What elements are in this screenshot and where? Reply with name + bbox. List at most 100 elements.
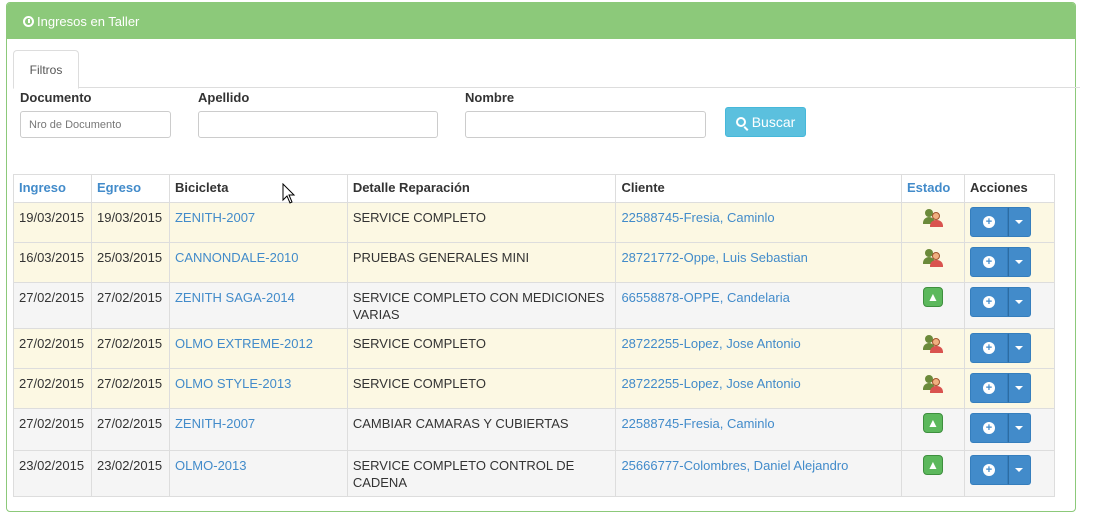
- cell-acciones: +: [963, 242, 1056, 283]
- cell-cliente-link[interactable]: 22588745-Fresia, Caminlo: [615, 202, 902, 243]
- caret-down-icon: [1015, 346, 1024, 350]
- plus-circle-icon: +: [982, 422, 995, 434]
- cell-egreso: 27/02/2015: [90, 328, 170, 369]
- cell-detalle: SERVICE COMPLETO: [346, 328, 617, 369]
- cell-cliente-link[interactable]: 25666777-Colombres, Daniel Alejandro: [615, 450, 902, 497]
- col-detalle: Detalle Reparación: [346, 174, 617, 203]
- plus-circle-icon: +: [982, 342, 995, 354]
- add-button[interactable]: +: [969, 373, 1008, 403]
- cell-cliente-link[interactable]: 28721772-Oppe, Luis Sebastian: [615, 242, 902, 283]
- cell-acciones: +: [963, 450, 1056, 497]
- cell-estado: [901, 242, 965, 283]
- thumbs-up-icon: ▲: [922, 413, 943, 433]
- cell-bicicleta-link[interactable]: ZENITH-2007: [168, 408, 348, 451]
- buscar-label: Buscar: [751, 114, 796, 130]
- cell-estado: ▲: [901, 282, 965, 329]
- documento-label: Documento: [20, 90, 92, 105]
- mouse-cursor-icon: [282, 183, 296, 204]
- cell-cliente-link[interactable]: 28722255-Lopez, Jose Antonio: [615, 368, 902, 409]
- cell-cliente-link[interactable]: 66558878-OPPE, Candelaria: [615, 282, 902, 329]
- thumbs-up-icon: ▲: [922, 455, 943, 475]
- cell-ingreso: 27/02/2015: [13, 282, 92, 329]
- plus-circle-icon: +: [982, 382, 995, 394]
- actions-dropdown-toggle[interactable]: [1007, 373, 1031, 403]
- actions-button-group: +: [969, 413, 1031, 443]
- cell-egreso: 27/02/2015: [90, 282, 170, 329]
- actions-dropdown-toggle[interactable]: [1007, 207, 1031, 237]
- caret-down-icon: [1015, 220, 1024, 224]
- documento-input[interactable]: [20, 111, 171, 138]
- add-button[interactable]: +: [969, 333, 1008, 363]
- panel-header: Ingresos en Taller: [7, 3, 1075, 39]
- add-button[interactable]: +: [969, 287, 1008, 317]
- apellido-input[interactable]: [198, 111, 438, 138]
- table-header-row: Ingreso Egreso Bicicleta Detalle Reparac…: [13, 174, 1056, 203]
- buscar-button[interactable]: Buscar: [725, 107, 806, 137]
- add-button[interactable]: +: [969, 413, 1008, 443]
- cell-ingreso: 23/02/2015: [13, 450, 92, 497]
- plus-circle-icon: +: [982, 256, 995, 268]
- cell-egreso: 27/02/2015: [90, 408, 170, 451]
- table-row: 27/02/2015 27/02/2015 OLMO EXTREME-2012 SER…: [13, 328, 1056, 369]
- ingresos-table: Ingreso Egreso Bicicleta Detalle Reparac…: [13, 174, 1056, 497]
- cell-bicicleta-link[interactable]: ZENITH SAGA-2014: [168, 282, 348, 329]
- tab-filtros[interactable]: Filtros: [13, 50, 79, 89]
- cell-estado: ▲: [901, 408, 965, 451]
- actions-dropdown-toggle[interactable]: [1007, 287, 1031, 317]
- col-estado[interactable]: Estado: [901, 174, 965, 203]
- cell-ingreso: 27/02/2015: [13, 328, 92, 369]
- actions-dropdown-toggle[interactable]: [1007, 413, 1031, 443]
- cell-detalle: SERVICE COMPLETO CONTROL DE CADENA: [346, 450, 617, 497]
- filter-tabs: Filtros: [13, 50, 1080, 89]
- cell-acciones: +: [963, 282, 1056, 329]
- actions-button-group: +: [969, 373, 1031, 403]
- cell-bicicleta-link[interactable]: ZENITH-2007: [168, 202, 348, 243]
- cell-egreso: 19/03/2015: [90, 202, 170, 243]
- add-button[interactable]: +: [969, 455, 1008, 485]
- cell-bicicleta-link[interactable]: OLMO STYLE-2013: [168, 368, 348, 409]
- cell-ingreso: 27/02/2015: [13, 408, 92, 451]
- table-row: 27/02/2015 27/02/2015 OLMO STYLE-2013 SERVI…: [13, 368, 1056, 409]
- cell-cliente-link[interactable]: 22588745-Fresia, Caminlo: [615, 408, 902, 451]
- clock-icon: [23, 15, 34, 27]
- cell-estado: [901, 328, 965, 369]
- actions-dropdown-toggle[interactable]: [1007, 333, 1031, 363]
- caret-down-icon: [1015, 260, 1024, 264]
- actions-dropdown-toggle[interactable]: [1007, 455, 1031, 485]
- cell-egreso: 23/02/2015: [90, 450, 170, 497]
- cell-detalle: PRUEBAS GENERALES MINI: [346, 242, 617, 283]
- cell-estado: [901, 202, 965, 243]
- caret-down-icon: [1015, 300, 1024, 304]
- caret-down-icon: [1015, 426, 1024, 430]
- actions-dropdown-toggle[interactable]: [1007, 247, 1031, 277]
- table-row: 27/02/2015 27/02/2015 ZENITH-2007 CAMBIAR C…: [13, 408, 1056, 451]
- cell-detalle: SERVICE COMPLETO: [346, 368, 617, 409]
- cell-bicicleta-link[interactable]: OLMO-2013: [168, 450, 348, 497]
- cell-bicicleta-link[interactable]: CANNONDALE-2010: [168, 242, 348, 283]
- actions-button-group: +: [969, 287, 1031, 317]
- thumbs-up-icon: ▲: [922, 287, 943, 307]
- plus-circle-icon: +: [982, 464, 995, 476]
- search-icon: [735, 117, 746, 127]
- cell-detalle: SERVICE COMPLETO CON MEDICIONES VARIAS: [346, 282, 617, 329]
- user-icon: [922, 247, 943, 267]
- caret-down-icon: [1015, 468, 1024, 472]
- add-button[interactable]: +: [969, 247, 1008, 277]
- add-button[interactable]: +: [969, 207, 1008, 237]
- cell-estado: ▲: [901, 450, 965, 497]
- cell-cliente-link[interactable]: 28722255-Lopez, Jose Antonio: [615, 328, 902, 369]
- apellido-label: Apellido: [198, 90, 250, 105]
- nombre-input[interactable]: [465, 111, 706, 138]
- table-row: 16/03/2015 25/03/2015 CANNONDALE-2010 PRUEB…: [13, 242, 1056, 283]
- actions-button-group: +: [969, 333, 1031, 363]
- col-egreso[interactable]: Egreso: [90, 174, 170, 203]
- cell-acciones: +: [963, 202, 1056, 243]
- caret-down-icon: [1015, 386, 1024, 390]
- cell-egreso: 25/03/2015: [90, 242, 170, 283]
- col-ingreso[interactable]: Ingreso: [13, 174, 92, 203]
- cell-detalle: CAMBIAR CAMARAS Y CUBIERTAS: [346, 408, 617, 451]
- cell-bicicleta-link[interactable]: OLMO EXTREME-2012: [168, 328, 348, 369]
- plus-circle-icon: +: [982, 296, 995, 308]
- cell-ingreso: 19/03/2015: [13, 202, 92, 243]
- nombre-label: Nombre: [465, 90, 515, 105]
